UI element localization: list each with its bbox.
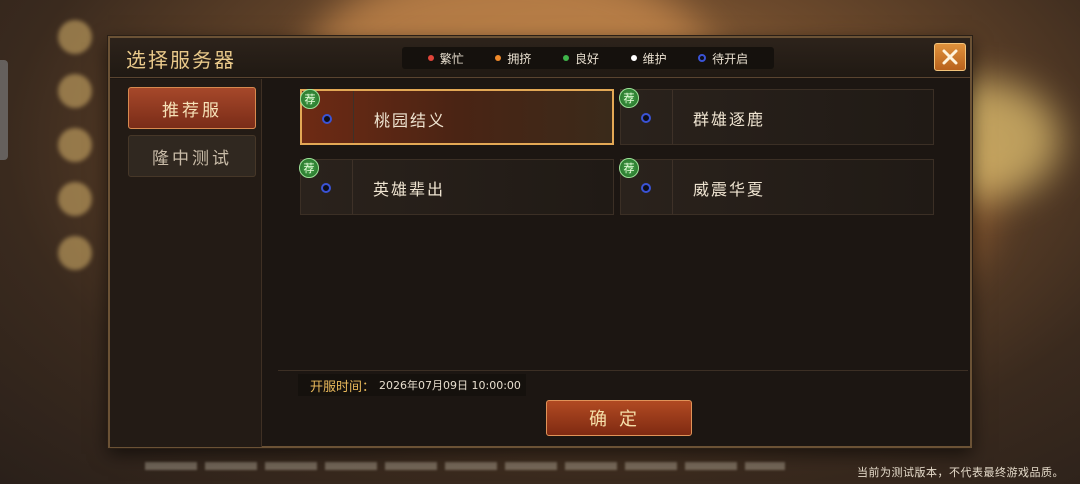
server-card[interactable]: 威震华夏 荐 [619,158,934,215]
tab-longzhong-test[interactable]: 隆中测试 [128,135,256,177]
server-card[interactable]: 英雄辈出 荐 [299,158,614,215]
server-name: 桃园结义 [374,111,447,130]
close-button[interactable] [934,43,966,71]
legend-label: 待开启 [712,51,749,66]
legend-item-good: 良好 [562,50,599,67]
server-card[interactable]: 群雄逐鹿 荐 [619,88,934,145]
open-time-label: 开服时间： [310,379,376,395]
tab-recommended[interactable]: 推荐服 [128,87,256,129]
recommend-badge-icon: 荐 [619,158,639,178]
legend-item-pending: 待开启 [698,50,748,67]
legend-item-busy: 繁忙 [427,50,464,67]
close-icon [942,49,958,65]
status-legend: 繁忙 拥挤 良好 维护 待开启 [402,47,774,69]
legend-label: 良好 [574,51,599,66]
test-version-notice: 当前为测试版本，不代表最终游戏品质。 [857,466,1064,479]
status-dot-icon [641,183,651,193]
recommend-badge-icon: 荐 [619,88,639,108]
side-handle [0,60,8,160]
status-dot-icon [641,113,651,123]
background-blurred-text [145,462,785,470]
status-dot-icon [562,55,569,61]
recommend-badge-icon: 荐 [300,89,320,109]
status-dot-icon [495,55,502,61]
open-time-value: 2026年07月09日 10:00:00 [379,379,521,392]
server-name: 威震华夏 [693,180,766,199]
status-dot-icon [321,183,331,193]
legend-label: 维护 [642,51,667,66]
background-menu-icons [58,20,98,290]
dialog-title: 选择服务器 [126,48,236,72]
confirm-button[interactable]: 确定 [546,400,692,436]
divider [278,370,968,371]
status-dot-icon [698,54,707,62]
legend-item-crowded: 拥挤 [495,50,531,67]
server-card[interactable]: 桃园结义 荐 [300,89,614,145]
server-name: 群雄逐鹿 [693,110,766,129]
legend-item-maintenance: 维护 [630,50,667,67]
status-dot-icon [427,55,434,61]
status-dot-icon [322,114,332,124]
dialog-titlebar: 选择服务器 繁忙 拥挤 良好 维护 待开启 [110,38,970,78]
legend-label: 繁忙 [439,51,464,66]
status-dot-icon [630,55,637,61]
server-name: 英雄辈出 [373,180,446,199]
legend-label: 拥挤 [507,51,532,66]
server-select-dialog: 选择服务器 繁忙 拥挤 良好 维护 待开启 推荐服 隆中测试 桃园结义 荐 群雄… [108,36,972,448]
recommend-badge-icon: 荐 [299,158,319,178]
server-group-sidebar: 推荐服 隆中测试 [110,79,262,447]
open-time-panel: 开服时间： 2026年07月09日 10:00:00 [298,374,526,396]
